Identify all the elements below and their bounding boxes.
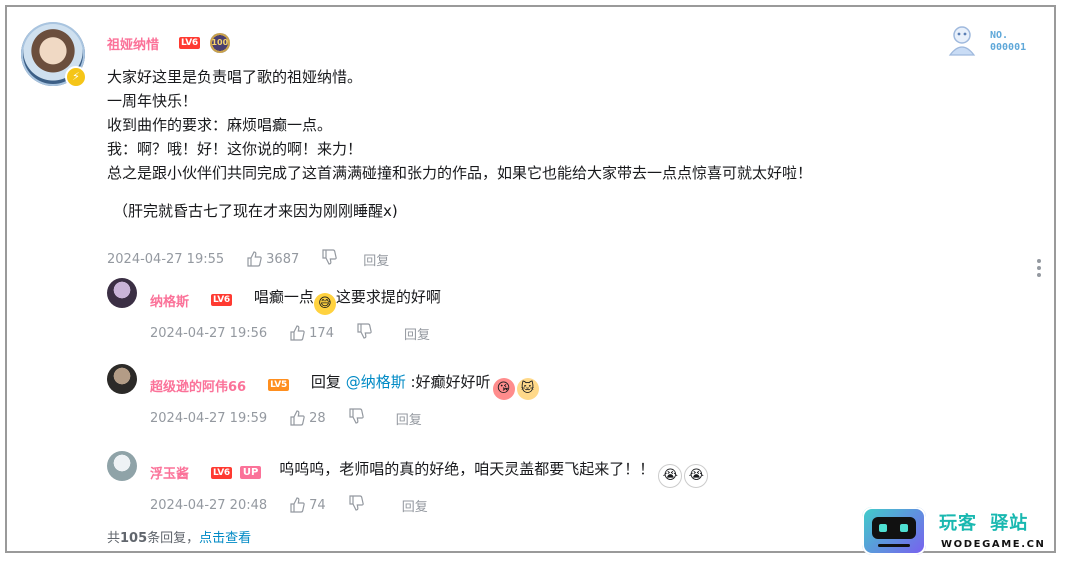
reply-username[interactable]: 超级逊的阿伟66 [150, 376, 246, 395]
thumbs-down-icon [349, 408, 364, 424]
sweat-laugh-emoji-icon: 😅 [313, 293, 336, 315]
dislike-button[interactable] [356, 323, 372, 343]
like-count: 74 [309, 497, 326, 513]
crying-emoji-icon: 😭 [684, 464, 709, 488]
main-comment-header: 祖娅纳惜 LV6 100 [107, 33, 230, 53]
watermark-domain: WODEGAME.CN [941, 539, 1046, 550]
fan-badge-avatar-icon [944, 21, 980, 57]
reply-username[interactable]: 纳格斯 [150, 291, 189, 310]
reply-button[interactable]: 回复 [396, 409, 422, 428]
thumbs-down-icon [322, 249, 337, 265]
reply-meta: 2024-04-27 19:59 28 回复 [150, 408, 422, 428]
wodegame-logo-icon [862, 507, 926, 555]
thumbs-down-icon [357, 323, 372, 339]
main-comment-meta: 2024-04-27 19:55 3687 回复 [107, 249, 389, 269]
replies-summary: 共105条回复，点击查看 [107, 531, 252, 546]
dislike-button[interactable] [348, 408, 364, 428]
thumbs-up-icon [247, 251, 262, 267]
reply-username[interactable]: 浮玉酱 [150, 463, 189, 482]
more-vertical-icon[interactable] [1037, 259, 1043, 277]
like-button[interactable]: 28 [289, 410, 326, 426]
reply-button[interactable]: 回复 [404, 324, 430, 343]
reply-text: 唱癫一点 😅 这要求提的好啊 [254, 285, 441, 315]
comment-date: 2024-04-27 20:48 [150, 497, 268, 513]
up-badge: UP [239, 466, 262, 479]
level-badge: LV5 [268, 379, 289, 391]
reply-meta: 2024-04-27 20:48 74 回复 [150, 495, 428, 515]
reply-text: 呜呜呜，老师唱的真的好绝，咱天灵盖都要飞起来了！！ 😭 😭 [279, 457, 709, 488]
kiss-face-emoji-icon: 😘 [492, 378, 515, 400]
level-badge: LV6 [179, 37, 200, 49]
dislike-button[interactable] [321, 249, 337, 269]
dislike-button[interactable] [348, 495, 364, 515]
level-badge: LV6 [211, 294, 232, 306]
reply-header: 超级逊的阿伟66 LV5 回复 @纳格斯 :好癫好好听 😘 🐱 [150, 370, 539, 400]
like-button[interactable]: 3687 [246, 251, 299, 267]
reply-button[interactable]: 回复 [402, 496, 428, 515]
thumbs-down-icon [349, 495, 364, 511]
mention-link[interactable]: @纳格斯 [346, 373, 406, 391]
watermark-text: 玩客 驿站 [939, 513, 1029, 534]
crying-emoji-icon: 😭 [658, 464, 683, 488]
reply-avatar[interactable] [107, 278, 137, 308]
thumbs-up-icon [290, 325, 305, 341]
main-username[interactable]: 祖娅纳惜 [107, 34, 159, 53]
medal-icon: 100 [209, 33, 230, 53]
main-comment-text: 大家好这里是负责唱了歌的祖娅纳惜。 一周年快乐！ 收到曲作的要求：麻烦唱癫一点。… [107, 68, 813, 220]
like-count: 3687 [266, 251, 300, 267]
comment-date: 2024-04-27 19:55 [107, 251, 225, 267]
reply-button[interactable]: 回复 [363, 250, 389, 269]
level-badge: LV6 [211, 466, 232, 479]
lightning-badge-icon: ⚡ [65, 66, 87, 88]
thumbs-up-icon [290, 497, 305, 513]
reply-header: 浮玉酱 LV6 UP 呜呜呜，老师唱的真的好绝，咱天灵盖都要飞起来了！！ 😭 😭 [150, 457, 709, 488]
reply-avatar[interactable] [107, 364, 137, 394]
thumbs-up-icon [290, 410, 305, 426]
view-replies-link[interactable]: 点击查看 [199, 531, 251, 546]
comment-date: 2024-04-27 19:59 [150, 410, 268, 426]
comment-date: 2024-04-27 19:56 [150, 325, 268, 341]
like-button[interactable]: 74 [289, 497, 326, 513]
fan-badge-number: NO. 000001 [990, 30, 1027, 53]
like-count: 28 [309, 410, 326, 426]
comment-panel: ⚡ 祖娅纳惜 LV6 100 NO. 000001 大家好这里是负责唱了歌的祖娅… [5, 5, 1056, 555]
like-count: 174 [309, 325, 334, 341]
reply-text: 回复 @纳格斯 :好癫好好听 😘 🐱 [311, 370, 539, 400]
cat-emoji-icon: 🐱 [516, 378, 539, 400]
like-button[interactable]: 174 [289, 325, 334, 341]
reply-avatar[interactable] [107, 451, 137, 481]
reply-header: 纳格斯 LV6 唱癫一点 😅 这要求提的好啊 [150, 285, 441, 315]
reply-meta: 2024-04-27 19:56 174 回复 [150, 323, 430, 343]
